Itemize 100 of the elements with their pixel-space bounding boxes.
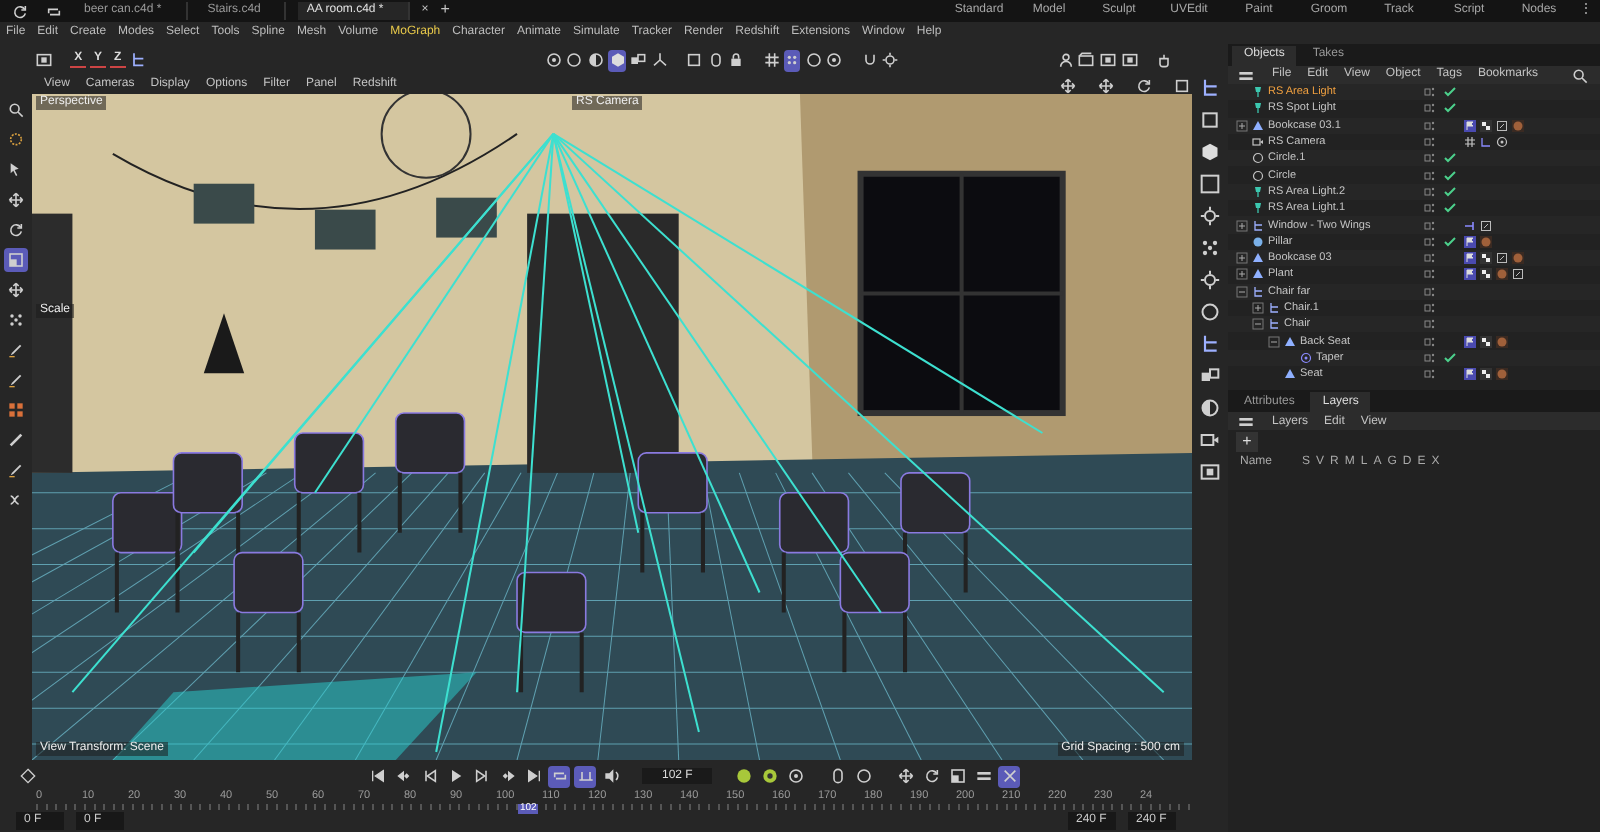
visibility-dots-icon[interactable] [1420,235,1440,248]
collapse-icon[interactable] [1268,335,1280,348]
visibility-dots-icon[interactable] [1420,219,1440,232]
rotate-icon[interactable] [11,3,27,19]
square-icon[interactable] [686,52,703,68]
page-icon[interactable] [1512,268,1524,281]
visibility-dots-icon[interactable] [1420,119,1440,132]
lasso-icon[interactable] [8,132,24,148]
visibility-dots-icon[interactable] [1420,285,1440,298]
flag-icon[interactable] [1464,268,1476,281]
diamond-icon[interactable] [19,768,35,784]
target-icon[interactable] [826,52,843,68]
flag-icon[interactable] [1464,252,1476,265]
checkmark-icon[interactable] [1444,169,1456,182]
checkmark-icon[interactable] [1444,185,1456,198]
lock-icon[interactable] [728,52,745,68]
step-forward-icon[interactable] [473,768,489,784]
squares-icon[interactable] [8,402,24,418]
film-icon[interactable] [1121,52,1138,68]
hierarchy-icon[interactable] [130,52,147,68]
hierarchy-icon[interactable] [1200,334,1220,354]
checker-icon[interactable] [1480,252,1492,265]
bars-icon[interactable] [1237,67,1253,83]
collapse-icon[interactable] [1236,285,1248,298]
expand-icon[interactable] [1236,219,1248,232]
visibility-dots-icon[interactable] [1420,86,1440,99]
page-icon[interactable] [1480,219,1492,232]
visibility-dots-icon[interactable] [1420,202,1440,215]
target-icon[interactable] [787,768,804,784]
next-key-icon[interactable] [499,768,515,784]
window-icon[interactable] [1200,174,1220,194]
ring-icon[interactable] [805,52,822,68]
flag-icon[interactable] [1464,368,1476,381]
visibility-dots-icon[interactable] [1420,136,1440,149]
move-arrows-icon[interactable] [897,768,914,784]
checkmark-icon[interactable] [1444,152,1456,165]
checkmark-icon[interactable] [1444,351,1456,364]
move-arrows-icon[interactable] [1059,77,1075,93]
checker-icon[interactable] [1480,368,1492,381]
add-layer-button[interactable]: + [1236,431,1258,452]
square-icon[interactable] [1200,110,1220,130]
move-arrows-icon[interactable] [8,282,24,298]
visibility-dots-icon[interactable] [1420,169,1440,182]
camera-icon[interactable] [1200,430,1220,450]
skip-end-icon[interactable] [525,768,541,784]
square-icon[interactable] [1173,77,1189,93]
brush-icon[interactable] [8,432,24,448]
pen-icon[interactable] [8,342,24,358]
target-icon[interactable] [1496,136,1508,149]
expand-icon[interactable] [1236,268,1248,281]
expand-icon[interactable] [1236,119,1248,132]
ring-icon[interactable] [1200,302,1220,322]
record-icon[interactable] [735,768,752,784]
angle-icon[interactable] [1480,136,1492,149]
checker-icon[interactable] [1480,119,1492,132]
rotate-icon[interactable] [1135,77,1151,93]
checkmark-icon[interactable] [1444,86,1456,99]
visibility-dots-icon[interactable] [1420,268,1440,281]
film-icon[interactable] [1200,462,1220,482]
checkmark-icon[interactable] [1444,102,1456,115]
tripod-icon[interactable] [651,52,668,68]
cubes-icon[interactable] [1200,366,1220,386]
scatter-icon[interactable] [8,312,24,328]
speaker-icon[interactable] [603,768,619,784]
move-arrows-icon[interactable] [8,192,24,208]
ring-icon[interactable] [855,768,872,784]
target-icon[interactable] [545,52,562,68]
search-icon[interactable] [8,102,24,118]
handle-icon[interactable] [1464,219,1476,232]
autokey-icon[interactable] [761,768,778,784]
rotate-icon[interactable] [923,768,940,784]
visibility-dots-icon[interactable] [1420,102,1440,115]
checker-icon[interactable] [1480,335,1492,348]
visibility-dots-icon[interactable] [1420,318,1440,331]
hierarchy-icon[interactable] [1200,78,1220,98]
visibility-dots-icon[interactable] [1420,335,1440,348]
pen-icon[interactable] [8,372,24,388]
skip-start-icon[interactable] [369,768,385,784]
grid-icon[interactable] [1464,136,1476,149]
visibility-dots-icon[interactable] [1420,351,1440,364]
pointer-icon[interactable] [8,162,24,178]
page-icon[interactable] [1496,252,1508,265]
play-icon[interactable] [447,768,463,784]
visibility-dots-icon[interactable] [1420,368,1440,381]
expand-icon[interactable] [1236,252,1248,265]
bars-icon[interactable] [975,768,992,784]
flag-icon[interactable] [1464,235,1476,248]
checker-icon[interactable] [1480,268,1492,281]
ring-icon[interactable] [566,52,583,68]
scatter-icon[interactable] [1200,238,1220,258]
half-circle-icon[interactable] [1200,398,1220,418]
search-icon[interactable] [1572,67,1589,83]
checkmark-icon[interactable] [1444,235,1456,248]
visibility-dots-icon[interactable] [1420,252,1440,265]
film-icon[interactable] [36,52,53,68]
magnet-icon[interactable] [861,52,878,68]
pen-icon[interactable] [8,462,24,478]
cube-icon[interactable] [1200,142,1220,162]
flag-icon[interactable] [1464,335,1476,348]
capsule-icon[interactable] [829,768,846,784]
